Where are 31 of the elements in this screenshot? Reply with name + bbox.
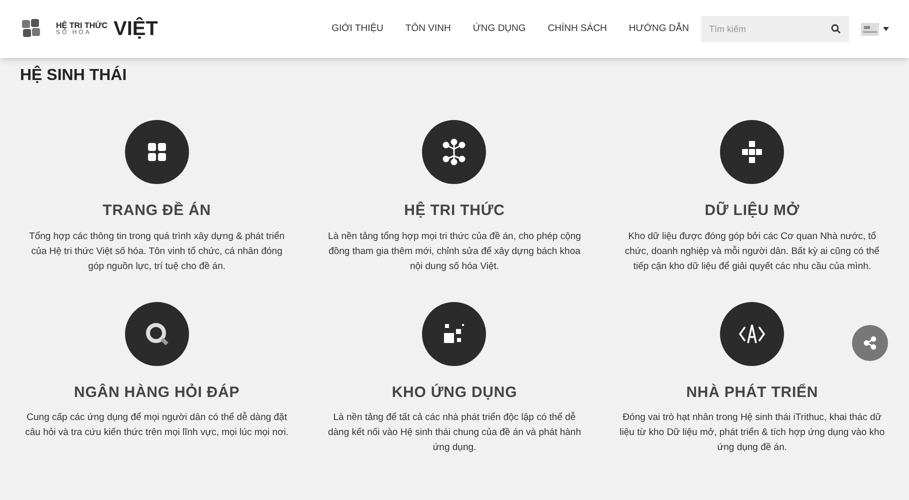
- card-title: HỆ TRI THỨC: [404, 200, 505, 221]
- card-description: Là nền tảng để tất cả các nhà phát triển độc lập có thể dễ dàng kết nối vào Hệ sinh thái chung của đề án và phát hành ứng dụng.: [326, 410, 582, 455]
- caret-icon[interactable]: [883, 27, 889, 31]
- card-description: Kho dữ liệu được đóng góp bởi các Cơ quan Nhà nước, tổ chức, doanh nghiệp và mỗi người dân. Bất kỳ ai cũng có thể tiếp cận kho dữ liệu để giải quyết các nhu cầu của mình.: [624, 230, 880, 274]
- grid-icon: [124, 120, 189, 184]
- code-icon: [720, 302, 784, 366]
- card-description: Đóng vai trò hạt nhân trong Hệ sinh thái iTrithuc, khai thác dữ liệu từ kho Dữ liệu mở, phát triển & tích hợp ứng dụng vào kho ứng dụng đề án.: [619, 411, 885, 455]
- card-description: Là nền tảng tổng hợp mọi tri thức của đề án, cho phép cộng đồng tham gia thêm mới, chỉnh sửa để xây dựng bách khoa nội dung số hóa Việt.: [327, 230, 582, 274]
- card-title: NHÀ PHÁT TRIỂN: [686, 382, 818, 402]
- search-icon[interactable]: [831, 24, 841, 34]
- cubes-icon: [720, 120, 784, 184]
- magnifier-icon: [124, 302, 189, 366]
- card-title: NGÂN HÀNG HỎI ĐÁP: [74, 382, 240, 402]
- share-icon: [863, 336, 877, 350]
- logo-text: HỆ TRI THỨC: [56, 22, 108, 30]
- card-title: DỮ LIỆU MỞ: [704, 200, 800, 221]
- card-title: TRANG ĐỀ ÁN: [102, 200, 211, 221]
- nav-link[interactable]: ỨNG DỤNG: [472, 22, 526, 36]
- card-description: Tổng hợp các thông tin trong quá trình xây dựng & phát triển của Hệ tri thức Việt số hóa. Tôn vinh tổ chức, cá nhân đóng góp nguồn lực, trí tuệ cho đề án.: [28, 230, 286, 274]
- squares-icon: [422, 302, 486, 366]
- nav-link[interactable]: GIỚI THIỆU: [332, 22, 384, 36]
- nav-link[interactable]: TÔN VINH: [405, 22, 451, 36]
- network-icon: [422, 120, 486, 184]
- search-field[interactable]: Tìm kiếm: [701, 16, 849, 42]
- card-description: Cung cấp các ứng dụng để mọi người dân có thể dễ dàng đặt câu hỏi và tra cứu kiến thức trên mọi lĩnh vực, mọi lúc mọi nơi.: [24, 410, 290, 440]
- section-title: HỆ SINH THÁI: [19, 64, 128, 86]
- nav-link[interactable]: CHÍNH SÁCH: [548, 22, 607, 36]
- card-title: KHO ỨNG DỤNG: [392, 382, 518, 402]
- nav-link[interactable]: HƯỚNG DẪN: [628, 22, 689, 36]
- logo-wordmark: VIỆT: [114, 19, 158, 39]
- share-button[interactable]: [852, 325, 888, 361]
